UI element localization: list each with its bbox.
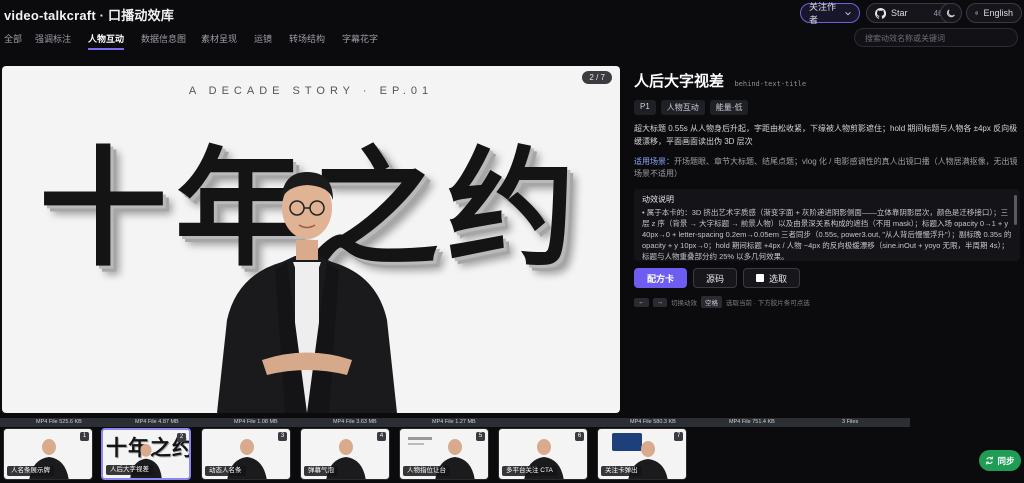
thumb-number: 2 [177,433,186,442]
thumb-number: 3 [278,432,287,441]
hint-tail: 选取当前 · 下方胶片条可点选 [726,300,810,307]
theme-toggle-button[interactable] [940,3,962,23]
effect-title-row: 人后大字视差 behind-text-title [634,70,1020,91]
follow-label: 关注作者 [809,2,837,25]
select-checkbox[interactable] [756,274,765,282]
presenter-figure [217,172,397,413]
thumb-number: 5 [476,432,485,441]
preview-counter: 2 / 7 [582,71,612,84]
keyboard-hint: ← → 切换动效 空格 选取当前 · 下方胶片条可点选 [634,296,810,308]
thumb-5[interactable]: 5 人物指位让台 [399,428,489,480]
thumb-number: 1 [80,432,89,441]
effect-scenario: 适用场景：开场题眼、章节大标题、结尾点题；vlog 化 / 电影感调性的真人出镜… [634,156,1020,180]
file-info-8: 3 Files [842,419,859,425]
file-info-5: MP4 File 1.27 MB [432,419,476,425]
chevron-down-icon [845,11,851,15]
file-info-6: MP4 File 580.3 KB [630,419,676,425]
tag-priority: P1 [634,100,656,115]
thumb-label: 人名条展示牌 [7,466,54,476]
sync-label: 同步 [997,455,1015,466]
thumb-label: 多平台关注 CTA [502,466,557,476]
dynamics-scrollbar[interactable] [1014,195,1017,225]
thumb-6[interactable]: 6 多平台关注 CTA [498,428,588,480]
scenario-label: 适用场景： [634,157,674,166]
thumb-label: 动态人名条 [205,466,246,476]
github-icon [875,7,886,19]
thumb-label: 人后大字视差 [106,465,153,475]
effect-slug: behind-text-title [734,80,807,88]
preview-subtitle: A DECADE STORY · EP.01 [188,85,434,97]
follow-author-button[interactable]: 关注作者 [800,2,860,25]
tab-emphasis[interactable]: 强调标注 [35,32,71,45]
thumb-3[interactable]: 3 动态人名条 [201,428,291,480]
tab-all[interactable]: 全部 [4,32,22,45]
scenario-text: 开场题眼、章节大标题、结尾点题；vlog 化 / 电影感调性的真人出镜口播（人物… [634,157,1018,178]
action-buttons: 配方卡 源码 选取 [634,268,801,288]
language-label: English [983,8,1013,18]
tab-data-infographic[interactable]: 数据信息图 [141,32,186,45]
select-label: 选取 [769,273,788,284]
file-info-1: MP4 File 525.6 KB [36,419,82,425]
thumb-label: 关注卡弹出 [601,466,642,476]
sync-icon [986,456,994,465]
tab-transition[interactable]: 转场结构 [289,32,325,45]
thumb-1[interactable]: 1 人名条展示牌 [3,428,93,480]
globe-icon [975,11,979,15]
top-bar: video-talkcraft · 口播动效库 关注作者 Star 468 En… [0,0,1024,28]
app-title: video-talkcraft · 口播动效库 [4,8,175,23]
sync-button[interactable]: 同步 [979,450,1021,471]
thumb-number: 4 [377,432,386,441]
dynamics-text: • 属于本卡的：3D 挤出艺术字质感（渐变字面 + 灰阶递进阴影侧面——立体靠阴… [642,208,1012,261]
tag-category: 人物互动 [660,100,705,115]
tab-footage[interactable]: 素材呈现 [201,32,237,45]
moon-icon [947,9,955,18]
effect-tags: P1 人物互动 能量·低 [634,100,1020,115]
file-info-2: MP4 File 4.87 MB [135,419,179,425]
star-label: Star [891,8,908,18]
space-key: 空格 [701,296,722,308]
tab-camera-move[interactable]: 运镜 [254,32,272,45]
thumb-4[interactable]: 4 弹幕气泡 [300,428,390,480]
search-input[interactable]: 搜索动效名称或关键词 [854,28,1018,47]
right-arrow-key-icon: → [652,297,667,307]
file-info-7: MP4 File 751.4 KB [729,419,775,425]
video-preview[interactable]: A DECADE STORY · EP.01 2 / 7 十年之约 [2,66,620,413]
dynamics-title: 动效说明 [642,195,674,204]
select-button[interactable]: 选取 [743,268,801,288]
tag-energy: 能量·低 [709,100,749,115]
hint-text: 切换动效 [671,300,697,307]
recipe-card-button[interactable]: 配方卡 [634,268,688,288]
tab-character-interaction[interactable]: 人物互动 [88,32,125,50]
effect-title: 人后大字视差 [634,73,725,90]
dynamics-box[interactable]: 动效说明 • 属于本卡的：3D 挤出艺术字质感（渐变字面 + 灰阶递进阴影侧面—… [634,189,1020,261]
file-info-4: MP4 File 3.63 MB [333,419,377,425]
language-button[interactable]: English [966,3,1022,23]
thumb-7[interactable]: 7 关注卡弹出 [597,428,687,480]
thumb-label: 人物指位让台 [403,466,450,476]
thumb-number: 6 [575,432,584,441]
effect-info-panel: 人后大字视差 behind-text-title P1 人物互动 能量·低 超大… [634,70,1020,178]
source-code-button[interactable]: 源码 [693,268,738,288]
thumb-number: 7 [674,432,683,441]
effect-description: 超大标题 0.55s 从人物身后升起，字距由松收紧，下缘被人物剪影遮住；hold… [634,124,1018,146]
tab-subtitle-style[interactable]: 字幕花字 [342,32,378,45]
thumb-label: 弹幕气泡 [304,466,338,476]
left-arrow-key-icon: ← [634,297,649,307]
thumb-2[interactable]: 十年之约 2 人后大字视差 [101,428,191,480]
file-info-3: MP4 File 1.08 MB [234,419,278,425]
